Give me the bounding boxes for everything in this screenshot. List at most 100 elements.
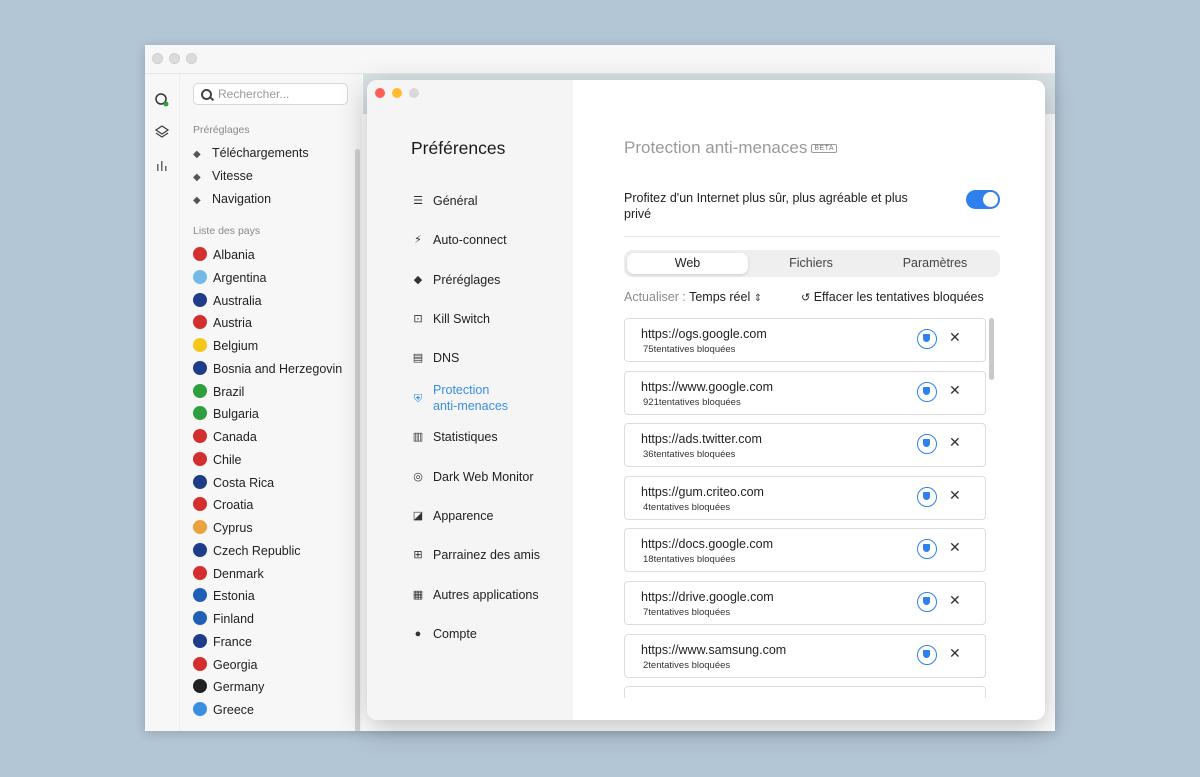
- minimize-window-button[interactable]: [392, 88, 402, 98]
- stats-icon[interactable]: [153, 158, 171, 176]
- threat-protection-panel: Protection anti-menaces BETA Profitez d'u…: [573, 80, 1045, 720]
- search-input[interactable]: Rechercher...: [193, 83, 348, 105]
- nav-label: Apparence: [433, 509, 494, 523]
- country-item[interactable]: Georgia: [193, 655, 257, 675]
- remove-icon[interactable]: ✕: [949, 539, 961, 556]
- country-item[interactable]: France: [193, 632, 252, 652]
- country-item[interactable]: Greece: [193, 700, 254, 720]
- protection-toggle[interactable]: [966, 190, 1000, 209]
- tab-files[interactable]: Fichiers: [750, 253, 872, 274]
- country-item[interactable]: Albania: [193, 245, 255, 265]
- shield-icon[interactable]: [917, 539, 937, 560]
- shield-icon[interactable]: [917, 644, 937, 665]
- country-name: Belgium: [213, 339, 259, 353]
- layers-icon[interactable]: [153, 124, 171, 142]
- country-item[interactable]: Chile: [193, 450, 242, 470]
- minimize-window-button[interactable]: [169, 53, 180, 64]
- country-item[interactable]: Canada: [193, 427, 257, 447]
- sidebar-scrollbar[interactable]: [355, 149, 360, 731]
- remove-icon[interactable]: ✕: [949, 329, 961, 346]
- country-item[interactable]: Croatia: [193, 495, 253, 515]
- country-name: Bulgaria: [213, 407, 259, 422]
- protection-description: Profitez d'un Internet plus sûr, plus ag…: [624, 191, 908, 221]
- country-name: Australia: [213, 293, 262, 308]
- preset-item-browsing[interactable]: ◆ Navigation: [193, 189, 271, 209]
- country-item[interactable]: Belgium: [193, 336, 258, 356]
- layers-icon: ◆: [193, 149, 201, 160]
- blocked-count: 2tentatives bloquées: [643, 659, 731, 671]
- nav-label-line2: anti-menaces: [433, 399, 509, 413]
- preset-item-downloads[interactable]: ◆ Téléchargements: [193, 143, 309, 163]
- shield-icon[interactable]: [917, 486, 937, 507]
- country-name: Costa Rica: [213, 475, 275, 490]
- flag-icon: [193, 542, 207, 557]
- blocked-site-row: https://drive.google.com 7tentatives bloq…: [624, 581, 986, 625]
- preset-item-speed[interactable]: ◆ Vitesse: [193, 166, 253, 186]
- site-url: https://gum.criteo.com: [641, 484, 764, 499]
- country-item[interactable]: Finland: [193, 609, 254, 629]
- country-item[interactable]: Brazil: [193, 382, 244, 402]
- zoom-window-button[interactable]: [409, 88, 419, 98]
- country-name: Estonia: [213, 589, 255, 604]
- country-item[interactable]: Bulgaria: [193, 404, 259, 424]
- country-item[interactable]: Cyprus: [193, 518, 253, 538]
- shield-icon[interactable]: [917, 434, 937, 455]
- account-icon: ●: [414, 628, 422, 640]
- close-window-button[interactable]: [375, 88, 385, 98]
- blocked-site-row: https://www.google.com 921tentatives bloq…: [624, 370, 986, 415]
- flag-icon: [193, 292, 207, 307]
- close-window-button[interactable]: [152, 53, 163, 64]
- country-item[interactable]: Czech Republic: [193, 541, 301, 561]
- remove-icon[interactable]: ✕: [949, 592, 961, 609]
- blocked-count: 75tentatives bloquées: [643, 344, 736, 355]
- preferences-window: Préférences ☰ Général ⚡ Auto-connect ◆ Prér…: [367, 80, 1045, 720]
- blocked-site-row: https://ogs.google.com 75tentatives bloqu…: [624, 318, 986, 362]
- shield-icon[interactable]: [917, 592, 937, 612]
- icon-rail: [145, 74, 180, 731]
- refresh-selector[interactable]: Actualiser : Temps réel ⇕: [624, 290, 762, 304]
- list-scrollbar[interactable]: [989, 318, 994, 380]
- country-item[interactable]: Denmark: [193, 564, 264, 584]
- vpn-shield-icon[interactable]: [153, 92, 171, 110]
- appearance-icon: ◪: [412, 510, 424, 522]
- shield-icon[interactable]: [917, 329, 937, 349]
- country-item[interactable]: Austria: [193, 313, 252, 333]
- country-item[interactable]: Germany: [193, 677, 264, 697]
- panel-title: Protection anti-menaces BETA: [624, 138, 838, 158]
- auto-connect-icon: ⚡: [414, 234, 422, 246]
- country-item[interactable]: Bosnia and Herzegovin: [193, 359, 342, 379]
- country-item[interactable]: Costa Rica: [193, 473, 274, 493]
- clear-blocked-button[interactable]: ↺ Effacer les tentatives bloquées: [801, 290, 984, 304]
- country-item[interactable]: Australia: [193, 291, 262, 311]
- site-url: https://drive.google.com: [641, 590, 774, 604]
- country-name: Canada: [213, 430, 257, 444]
- blocked-count: 921tentatives bloquées: [643, 396, 741, 408]
- gift-icon: ⊞: [413, 549, 423, 561]
- preset-label: Navigation: [212, 192, 272, 206]
- shield-icon[interactable]: [917, 381, 937, 402]
- stats-icon: ▥: [412, 431, 424, 443]
- tab-settings[interactable]: Paramètres: [874, 253, 996, 274]
- blocked-count: 7tentatives bloquées: [643, 607, 731, 618]
- flag-icon: [193, 633, 207, 648]
- remove-icon[interactable]: ✕: [949, 434, 961, 451]
- remove-icon[interactable]: ✕: [949, 487, 961, 504]
- flag-icon: [193, 383, 207, 398]
- flag-icon: [193, 338, 207, 352]
- remove-icon[interactable]: ✕: [949, 645, 961, 662]
- site-url: https://www.google.com: [641, 379, 774, 394]
- blocked-sites-list: https://ogs.google.com 75tentatives bloqu…: [624, 318, 1004, 698]
- tab-web[interactable]: Web: [627, 253, 748, 274]
- zoom-window-button[interactable]: [186, 53, 197, 64]
- remove-icon[interactable]: ✕: [949, 382, 961, 399]
- country-name: Cyprus: [213, 521, 253, 535]
- preset-label: Téléchargements: [212, 146, 309, 160]
- nav-label: Préréglages: [433, 273, 501, 287]
- country-name: Austria: [213, 316, 252, 331]
- country-item[interactable]: Estonia: [193, 586, 255, 606]
- country-item[interactable]: Argentina: [193, 268, 267, 288]
- blocked-site-row: https://gum.criteo.com 4tentatives bloqué…: [624, 475, 986, 520]
- layers-icon: ◆: [413, 274, 423, 286]
- blocked-count: 18tentatives bloquées: [643, 554, 736, 566]
- tab-bar: Web Fichiers Paramètres: [624, 250, 1000, 277]
